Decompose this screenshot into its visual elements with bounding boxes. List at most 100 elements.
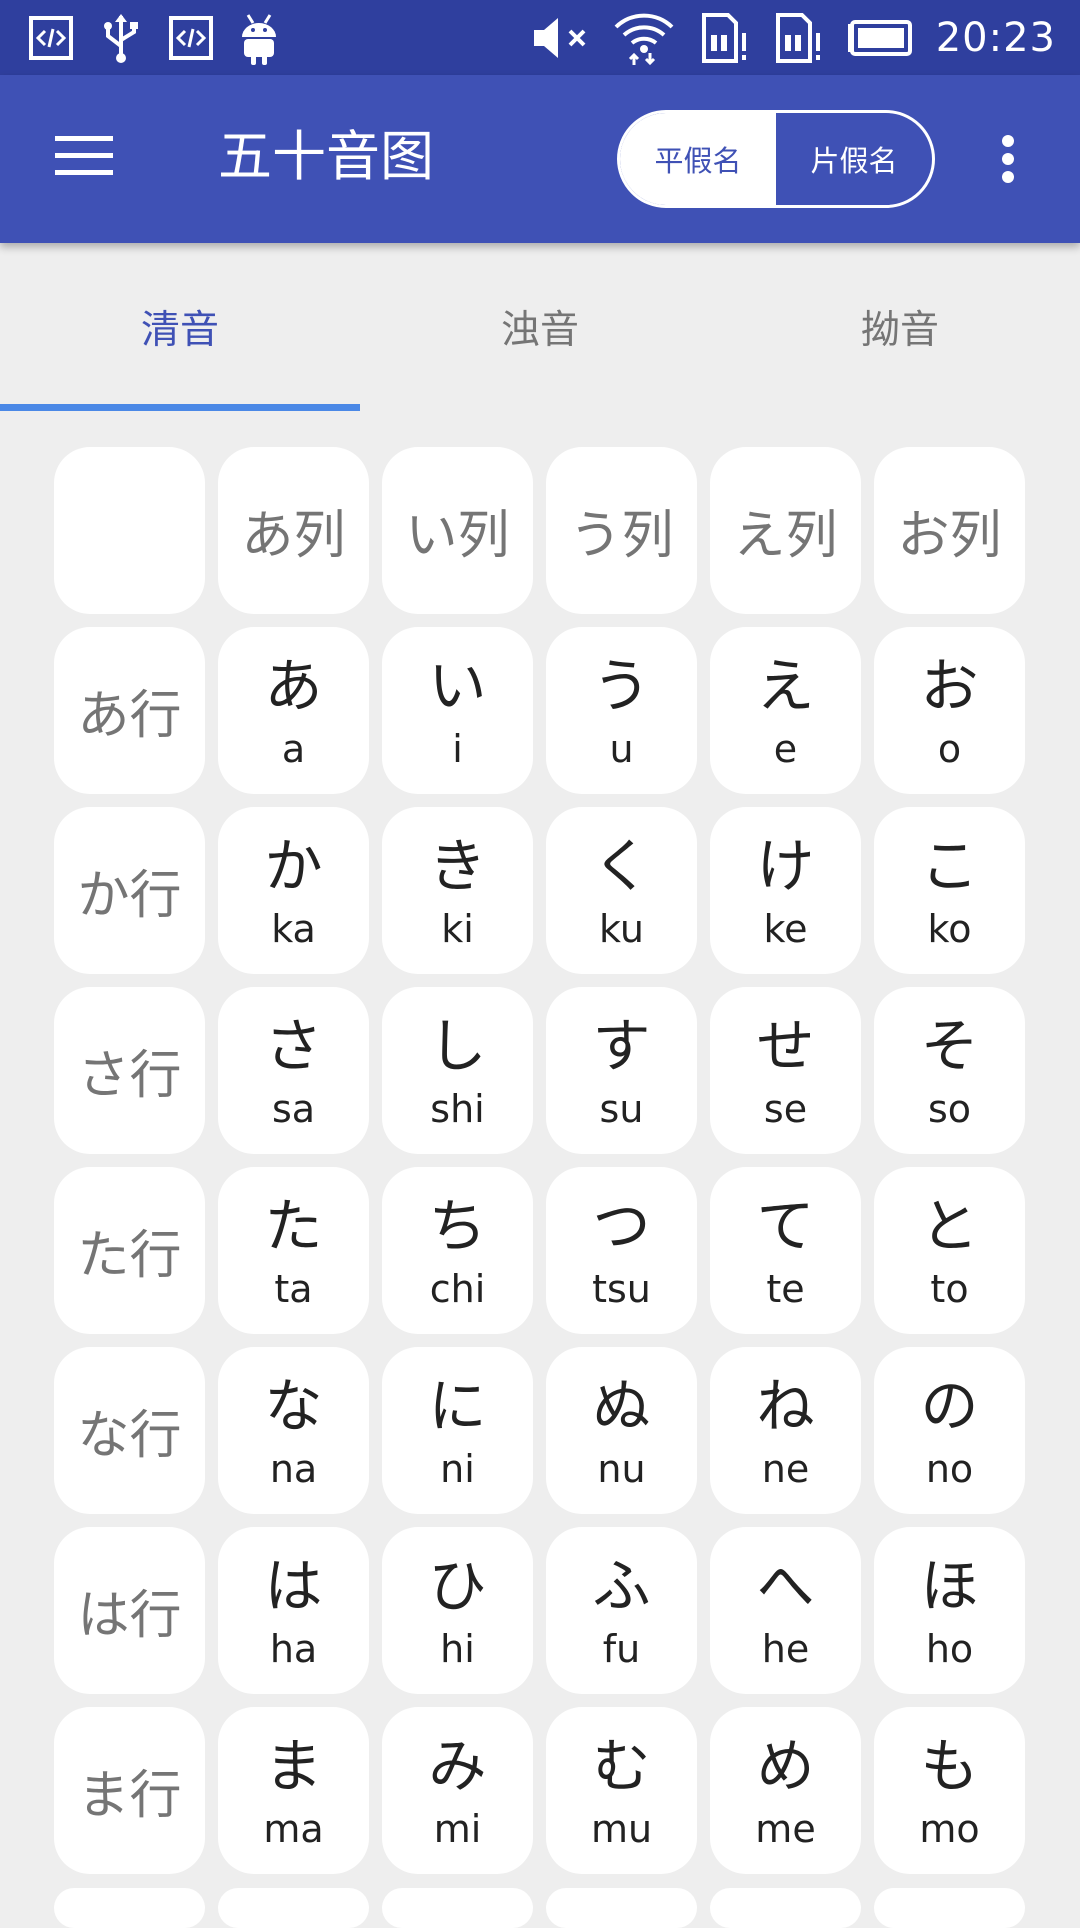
kana-cell[interactable]: へ he bbox=[710, 1527, 861, 1694]
kana-char: ひ bbox=[428, 1551, 487, 1620]
romaji: hi bbox=[440, 1626, 475, 1671]
kana-char: し bbox=[428, 1011, 487, 1080]
status-bar-notifications bbox=[28, 10, 280, 66]
kana-char: て bbox=[756, 1191, 815, 1260]
more-vert-icon bbox=[1002, 135, 1014, 183]
kana-char: そ bbox=[920, 1011, 979, 1080]
kana-cell[interactable]: あa bbox=[218, 627, 369, 794]
tab-dakuon[interactable]: 浊音 bbox=[360, 243, 720, 413]
romaji: ka bbox=[271, 906, 316, 951]
romaji: u bbox=[609, 726, 634, 771]
kana-char: う bbox=[592, 651, 651, 720]
overflow-menu-button[interactable] bbox=[980, 127, 1036, 191]
kana-char: け bbox=[756, 831, 815, 900]
kana-char: た bbox=[264, 1191, 323, 1260]
tab-bar: 清音 浊音 拗音 bbox=[0, 243, 1080, 413]
kana-cell[interactable]: な na bbox=[218, 1347, 369, 1514]
row-header: た行 bbox=[54, 1167, 205, 1334]
kana-char: か bbox=[264, 831, 323, 900]
romaji: na bbox=[269, 1446, 318, 1491]
kana-cell[interactable]: うu bbox=[546, 627, 697, 794]
kana-cell[interactable]: こ ko bbox=[874, 807, 1025, 974]
row-header: か行 bbox=[54, 807, 205, 974]
kana-char: は bbox=[264, 1551, 323, 1620]
column-header: え列 bbox=[710, 447, 861, 614]
cell-partial bbox=[54, 1888, 205, 1928]
kana-cell[interactable]: おo bbox=[874, 627, 1025, 794]
menu-button[interactable] bbox=[44, 123, 124, 187]
sim-alert-icon bbox=[775, 13, 820, 63]
kana-cell[interactable]: ち chi bbox=[382, 1167, 533, 1334]
kana-cell[interactable]: し shi bbox=[382, 987, 533, 1154]
kana-cell[interactable]: て te bbox=[710, 1167, 861, 1334]
romaji: ko bbox=[927, 906, 972, 951]
corner-cell bbox=[54, 447, 205, 614]
kana-cell[interactable]: く ku bbox=[546, 807, 697, 974]
kana-cell[interactable]: さ sa bbox=[218, 987, 369, 1154]
kana-cell[interactable]: ひ hi bbox=[382, 1527, 533, 1694]
toggle-katakana[interactable]: 片假名 bbox=[776, 113, 932, 205]
kana-char: あ bbox=[264, 651, 323, 720]
tab-seion[interactable]: 清音 bbox=[0, 243, 360, 413]
kana-char: さ bbox=[264, 1011, 323, 1080]
code-icon bbox=[29, 16, 73, 60]
kana-char: こ bbox=[920, 831, 979, 900]
kana-cell[interactable]: た ta bbox=[218, 1167, 369, 1334]
cell-partial bbox=[546, 1888, 697, 1928]
romaji: sa bbox=[271, 1086, 316, 1131]
romaji: ta bbox=[274, 1266, 313, 1311]
kana-cell[interactable]: も mo bbox=[874, 1707, 1025, 1874]
kana-char: ち bbox=[428, 1191, 487, 1260]
kana-cell[interactable]: せ se bbox=[710, 987, 861, 1154]
kana-char: ほ bbox=[920, 1551, 979, 1620]
romaji: mu bbox=[590, 1806, 653, 1851]
romaji: chi bbox=[429, 1266, 486, 1311]
kana-cell[interactable]: ふ fu bbox=[546, 1527, 697, 1694]
kana-char: せ bbox=[756, 1011, 815, 1080]
kana-cell[interactable]: ね ne bbox=[710, 1347, 861, 1514]
kana-cell[interactable]: ぬ nu bbox=[546, 1347, 697, 1514]
kana-char: ぬ bbox=[592, 1371, 651, 1440]
kana-cell[interactable]: め me bbox=[710, 1707, 861, 1874]
romaji: a bbox=[281, 726, 306, 771]
romaji: ni bbox=[440, 1446, 475, 1491]
kana-cell[interactable]: き ki bbox=[382, 807, 533, 974]
kana-char: ね bbox=[756, 1371, 815, 1440]
row-header: あ行 bbox=[54, 627, 205, 794]
kana-cell[interactable]: の no bbox=[874, 1347, 1025, 1514]
toggle-hiragana[interactable]: 平假名 bbox=[620, 113, 776, 205]
kana-cell[interactable]: そ so bbox=[874, 987, 1025, 1154]
cell-partial bbox=[382, 1888, 533, 1928]
row-header: ま行 bbox=[54, 1707, 205, 1874]
kana-cell[interactable]: えe bbox=[710, 627, 861, 794]
romaji: ne bbox=[761, 1446, 810, 1491]
kana-char: と bbox=[920, 1191, 979, 1260]
battery-icon bbox=[847, 20, 912, 56]
tab-indicator bbox=[0, 404, 360, 411]
kana-char: の bbox=[920, 1371, 979, 1440]
kana-cell[interactable]: と to bbox=[874, 1167, 1025, 1334]
tab-youon[interactable]: 拗音 bbox=[720, 243, 1080, 413]
kana-cell[interactable]: に ni bbox=[382, 1347, 533, 1514]
cell-partial bbox=[710, 1888, 861, 1928]
kana-char: め bbox=[756, 1731, 815, 1800]
kana-cell[interactable]: む mu bbox=[546, 1707, 697, 1874]
kana-cell[interactable]: け ke bbox=[710, 807, 861, 974]
kana-cell[interactable]: み mi bbox=[382, 1707, 533, 1874]
kana-char: き bbox=[428, 831, 487, 900]
usb-icon bbox=[104, 14, 138, 63]
kana-char: つ bbox=[592, 1191, 651, 1260]
romaji: ku bbox=[599, 906, 644, 951]
kana-cell[interactable]: ま ma bbox=[218, 1707, 369, 1874]
kana-cell[interactable]: ほ ho bbox=[874, 1527, 1025, 1694]
romaji: ki bbox=[441, 906, 474, 951]
app-bar: 五十音图 平假名 片假名 bbox=[0, 75, 1080, 243]
kana-cell[interactable]: す su bbox=[546, 987, 697, 1154]
android-icon bbox=[242, 14, 276, 65]
kana-cell[interactable]: いi bbox=[382, 627, 533, 794]
kana-toggle: 平假名 片假名 bbox=[617, 110, 935, 208]
kana-cell[interactable]: か ka bbox=[218, 807, 369, 974]
kana-cell[interactable]: は ha bbox=[218, 1527, 369, 1694]
romaji: me bbox=[755, 1806, 816, 1851]
kana-cell[interactable]: つ tsu bbox=[546, 1167, 697, 1334]
